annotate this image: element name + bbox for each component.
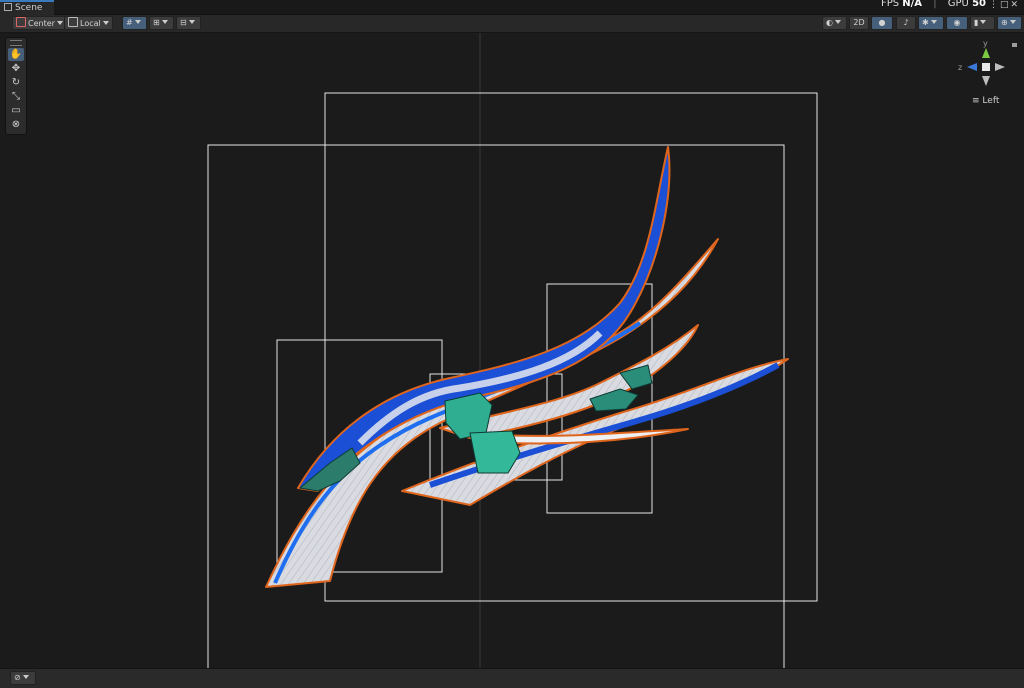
pivot-rotation-dropdown[interactable]: Local — [64, 16, 113, 30]
y-axis-cone-icon[interactable] — [982, 48, 990, 58]
window-controls: ⋮□✕ — [989, 0, 1020, 10]
neg-y-axis-cone-icon[interactable] — [982, 76, 990, 86]
fps-value: N/A — [902, 0, 923, 9]
perf-divider: | — [933, 0, 937, 9]
menu-icon: ≡ — [972, 96, 980, 106]
chevron-down-icon — [134, 20, 141, 24]
compass-icon: ⊘ — [14, 673, 21, 682]
chevron-down-icon — [1009, 20, 1016, 24]
snap-increment-icon: ⊟ — [180, 18, 187, 27]
eye-off-icon: ◉ — [953, 18, 961, 27]
pivot-mode-dropdown[interactable]: Center — [12, 16, 67, 30]
grid-snap-button[interactable]: # — [122, 16, 147, 30]
maximize-icon[interactable]: □ — [1000, 0, 1011, 10]
gizmos-icon: ⊕ — [1001, 18, 1008, 27]
gizmo-axis-y-label: y — [983, 39, 988, 48]
increment-snap-button[interactable]: ⊟ — [176, 16, 201, 30]
gizmos-dropdown[interactable]: ⊕ — [997, 16, 1022, 30]
transform-tool-icon[interactable]: ⊗ — [8, 118, 24, 131]
move-tool-icon[interactable]: ✥ — [8, 62, 24, 75]
ribbon-meshes[interactable] — [265, 146, 789, 588]
scene-tab-icon — [4, 3, 12, 11]
draw-mode-dropdown[interactable]: ◐ — [822, 16, 847, 30]
gpu-label: GPU — [947, 0, 969, 9]
palette-grip[interactable] — [10, 40, 22, 46]
scene-bottom-bar: ⊘ — [0, 668, 1024, 688]
tab-scene[interactable]: Scene — [0, 0, 54, 15]
lighting-toggle-button[interactable]: ● — [871, 16, 893, 30]
gizmo-axis-z-label: z — [958, 63, 962, 72]
scene-canvas — [207, 33, 818, 668]
pivot-icon — [16, 17, 26, 27]
chevron-down-icon — [834, 20, 841, 24]
cube-icon — [68, 17, 78, 27]
chevron-down-icon — [188, 20, 195, 24]
close-icon[interactable]: ✕ — [1010, 0, 1020, 10]
rotate-tool-icon[interactable]: ↻ — [8, 76, 24, 89]
chevron-down-icon — [56, 21, 63, 25]
neg-z-axis-cone-icon[interactable] — [995, 63, 1005, 71]
light-bulb-icon: ● — [878, 18, 886, 27]
bounds-box — [207, 144, 785, 668]
chevron-down-icon — [930, 20, 937, 24]
fps-label: FPS — [880, 0, 900, 9]
chevron-down-icon — [161, 20, 168, 24]
camera-dropdown[interactable]: ▮ — [970, 16, 995, 30]
grid-icon: ⊞ — [153, 18, 160, 27]
pivot-rotation-label: Local — [80, 19, 101, 28]
chevron-down-icon — [22, 675, 29, 679]
pivot-mode-label: Center — [28, 19, 55, 28]
scene-visibility-toggle[interactable]: ◉ — [946, 16, 968, 30]
hand-tool-icon[interactable]: ✋ — [8, 48, 24, 61]
gizmo-center-cube[interactable] — [982, 63, 990, 71]
performance-overlay: FPS N/A | GPU 50 — [881, 0, 986, 9]
audio-toggle-button[interactable]: ♪ — [896, 16, 916, 30]
lock-icon[interactable] — [1012, 43, 1017, 47]
chevron-down-icon — [102, 21, 109, 25]
gpu-value: 50 — [972, 0, 986, 9]
tool-palette: ✋ ✥ ↻ ⤡ ▭ ⊗ — [5, 37, 27, 135]
overlay-dropdown[interactable]: ⊘ — [10, 671, 36, 685]
scene-toolbar: Center Local # ⊞ ⊟ ◐ 2D ● ♪ ✱ ◉ ▮ ⊕ — [0, 15, 1024, 33]
tab-scene-label: Scene — [15, 3, 43, 13]
scale-tool-icon[interactable]: ⤡ — [8, 90, 24, 103]
scene-viewport[interactable] — [0, 33, 1024, 668]
more-options-icon[interactable]: ⋮ — [989, 0, 1000, 10]
shading-icon: ◐ — [826, 18, 833, 27]
toggle-2d-button[interactable]: 2D — [849, 16, 869, 30]
camera-icon: ▮ — [974, 18, 979, 27]
title-bar: Scene FPS N/A | GPU 50 ⋮□✕ — [0, 0, 1024, 15]
effects-dropdown[interactable]: ✱ — [918, 16, 944, 30]
effects-icon: ✱ — [922, 18, 929, 27]
rect-tool-icon[interactable]: ▭ — [8, 104, 24, 117]
grid-visibility-button[interactable]: ⊞ — [149, 16, 174, 30]
view-label[interactable]: ≡ Left — [972, 96, 999, 106]
audio-icon: ♪ — [903, 18, 909, 27]
chevron-down-icon — [980, 20, 987, 24]
toggle-2d-label: 2D — [853, 18, 865, 27]
view-mode-label: Left — [982, 96, 1000, 106]
grid-snap-icon: # — [126, 18, 133, 27]
z-axis-cone-icon[interactable] — [967, 63, 977, 71]
